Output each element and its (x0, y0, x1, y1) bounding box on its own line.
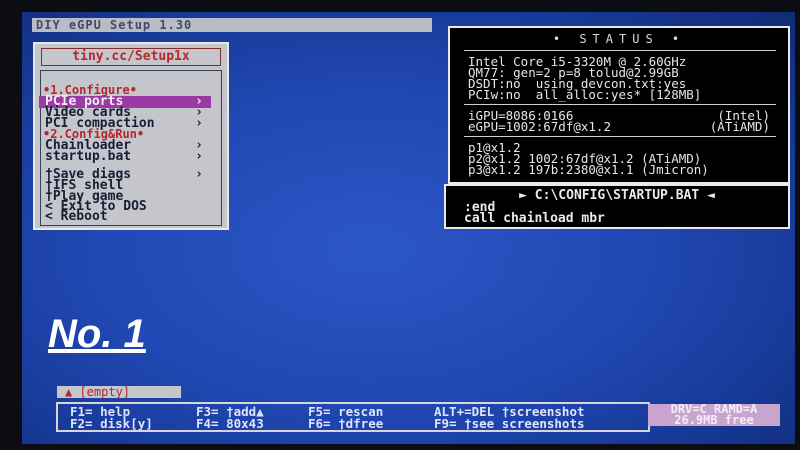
menu-item-label: < Reboot (45, 209, 108, 224)
drive-free-line: 26.9MB free (674, 413, 754, 427)
dos-screen: DIY eGPU Setup 1.30 tiny.cc/Setup1x •1.C… (22, 12, 795, 444)
startup-bat-title: ► C:\CONFIG\STARTUP.BAT ◄ (519, 188, 715, 203)
status-title: • STATUS • (552, 32, 686, 46)
key-screenshot[interactable]: ALT+=DEL †screenshot F9= †see screenshot… (434, 405, 585, 430)
egpu-vendor: (ATiAMD) (709, 119, 770, 134)
menu-item-label: startup.bat (45, 149, 132, 164)
chevron-right-icon: › (195, 149, 203, 164)
overlay-label: No. 1 (48, 312, 146, 356)
status-panel: • STATUS • Intel Core i5-3320M @ 2.60GHz… (448, 26, 790, 184)
egpu-info: eGPU=1002:67df@x1.2 (468, 119, 611, 134)
drive-info: DRV=C RAMD=A 26.9MB free (648, 403, 780, 427)
menu-item-reboot[interactable]: < Reboot (39, 209, 211, 224)
port-p3: p3@x1.2 197b:2380@x1.1 (Jmicron) (468, 162, 709, 177)
divider (464, 136, 776, 137)
divider (464, 50, 776, 51)
startup-bat-panel: ► C:\CONFIG\STARTUP.BAT ◄ :end call chai… (444, 184, 790, 229)
pciw-info: PCIw:no all_alloc:yes* [128MB] (468, 87, 702, 102)
key-help-disk[interactable]: F1= help F2= disk[y] (70, 405, 153, 430)
key-add-80x43[interactable]: F3= †add▲ F4= 80x43 (196, 405, 264, 430)
empty-tab[interactable]: ▲ [empty] (57, 386, 181, 398)
startup-bat-line: call chainload mbr (464, 211, 605, 226)
chevron-right-icon: › (195, 116, 203, 131)
title-bar: DIY eGPU Setup 1.30 (32, 18, 432, 32)
divider (464, 104, 776, 105)
main-menu: tiny.cc/Setup1x •1.Configure• PCIe ports… (33, 42, 229, 230)
function-key-bar: F1= help F2= disk[y] F3= †add▲ F4= 80x43… (56, 402, 650, 432)
menu-item-startup-bat[interactable]: startup.bat › (39, 149, 211, 164)
key-rescan-dfree[interactable]: F5= rescan F6= †dfree (308, 405, 383, 430)
menu-header: tiny.cc/Setup1x (41, 48, 221, 66)
